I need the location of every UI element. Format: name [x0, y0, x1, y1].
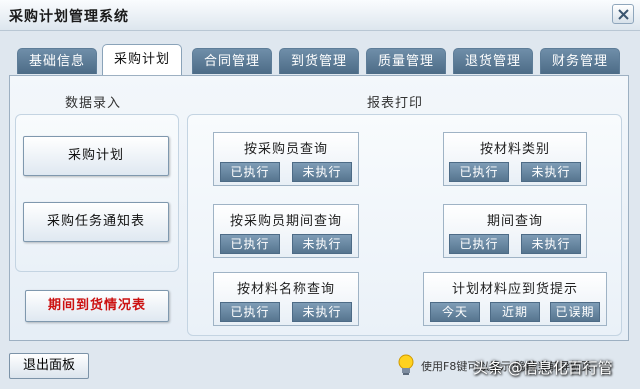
close-icon	[618, 9, 629, 20]
executed-button[interactable]: 已执行	[220, 162, 280, 182]
watermark: 头条 @信息化百行管	[473, 359, 613, 377]
overdue-button[interactable]: 已误期	[550, 302, 600, 322]
tab-arrival[interactable]: 到货管理	[279, 48, 359, 74]
tab-bar: 基础信息 采购计划 合同管理 到货管理 质量管理 退货管理 财务管理	[0, 38, 640, 76]
query-by-material-category: 按材料类别 已执行 未执行	[443, 132, 587, 186]
query-by-period: 期间查询 已执行 未执行	[443, 204, 587, 258]
tab-quality[interactable]: 质量管理	[366, 48, 446, 74]
tab-finance[interactable]: 财务管理	[540, 48, 620, 74]
executed-button[interactable]: 已执行	[449, 234, 509, 254]
recent-button[interactable]: 近期	[490, 302, 540, 322]
tab-contract[interactable]: 合同管理	[192, 48, 272, 74]
query-title: 期间查询	[486, 214, 543, 229]
planned-arrival-reminder: 计划材料应到货提示 今天 近期 已误期	[423, 272, 607, 326]
query-title: 按材料类别	[479, 142, 550, 157]
query-title: 计划材料应到货提示	[451, 282, 578, 297]
executed-button[interactable]: 已执行	[220, 302, 280, 322]
query-title: 按材料名称查询	[236, 282, 335, 297]
window-title: 采购计划管理系统	[9, 9, 129, 25]
tab-purchase-plan[interactable]: 采购计划	[102, 44, 182, 76]
not-executed-button[interactable]: 未执行	[521, 162, 581, 182]
tab-basic-info[interactable]: 基础信息	[17, 48, 97, 74]
query-by-buyer-period: 按采购员期间查询 已执行 未执行	[213, 204, 359, 258]
exit-panel-button[interactable]: 退出面板	[9, 353, 89, 379]
tab-return[interactable]: 退货管理	[453, 48, 533, 74]
not-executed-button[interactable]: 未执行	[292, 302, 352, 322]
not-executed-button[interactable]: 未执行	[292, 234, 352, 254]
purchase-plan-button[interactable]: 采购计划	[23, 136, 169, 176]
not-executed-button[interactable]: 未执行	[521, 234, 581, 254]
data-entry-header: 数据录入	[65, 96, 122, 111]
query-by-buyer: 按采购员查询 已执行 未执行	[213, 132, 359, 186]
main-panel: 数据录入 采购计划 采购任务通知表 期间到货情况表 报表打印 按采购员查询 已执…	[9, 75, 629, 341]
close-button[interactable]	[612, 4, 634, 24]
title-bar: 采购计划管理系统	[0, 0, 640, 31]
lightbulb-icon	[398, 354, 414, 375]
query-title: 按采购员期间查询	[229, 214, 342, 229]
not-executed-button[interactable]: 未执行	[292, 162, 352, 182]
purchase-task-notice-button[interactable]: 采购任务通知表	[23, 202, 169, 242]
report-print-header: 报表打印	[367, 96, 424, 111]
query-title: 按采购员查询	[243, 142, 328, 157]
executed-button[interactable]: 已执行	[220, 234, 280, 254]
executed-button[interactable]: 已执行	[449, 162, 509, 182]
query-by-material-name: 按材料名称查询 已执行 未执行	[213, 272, 359, 326]
today-button[interactable]: 今天	[430, 302, 480, 322]
period-arrival-status-button[interactable]: 期间到货情况表	[25, 290, 169, 322]
